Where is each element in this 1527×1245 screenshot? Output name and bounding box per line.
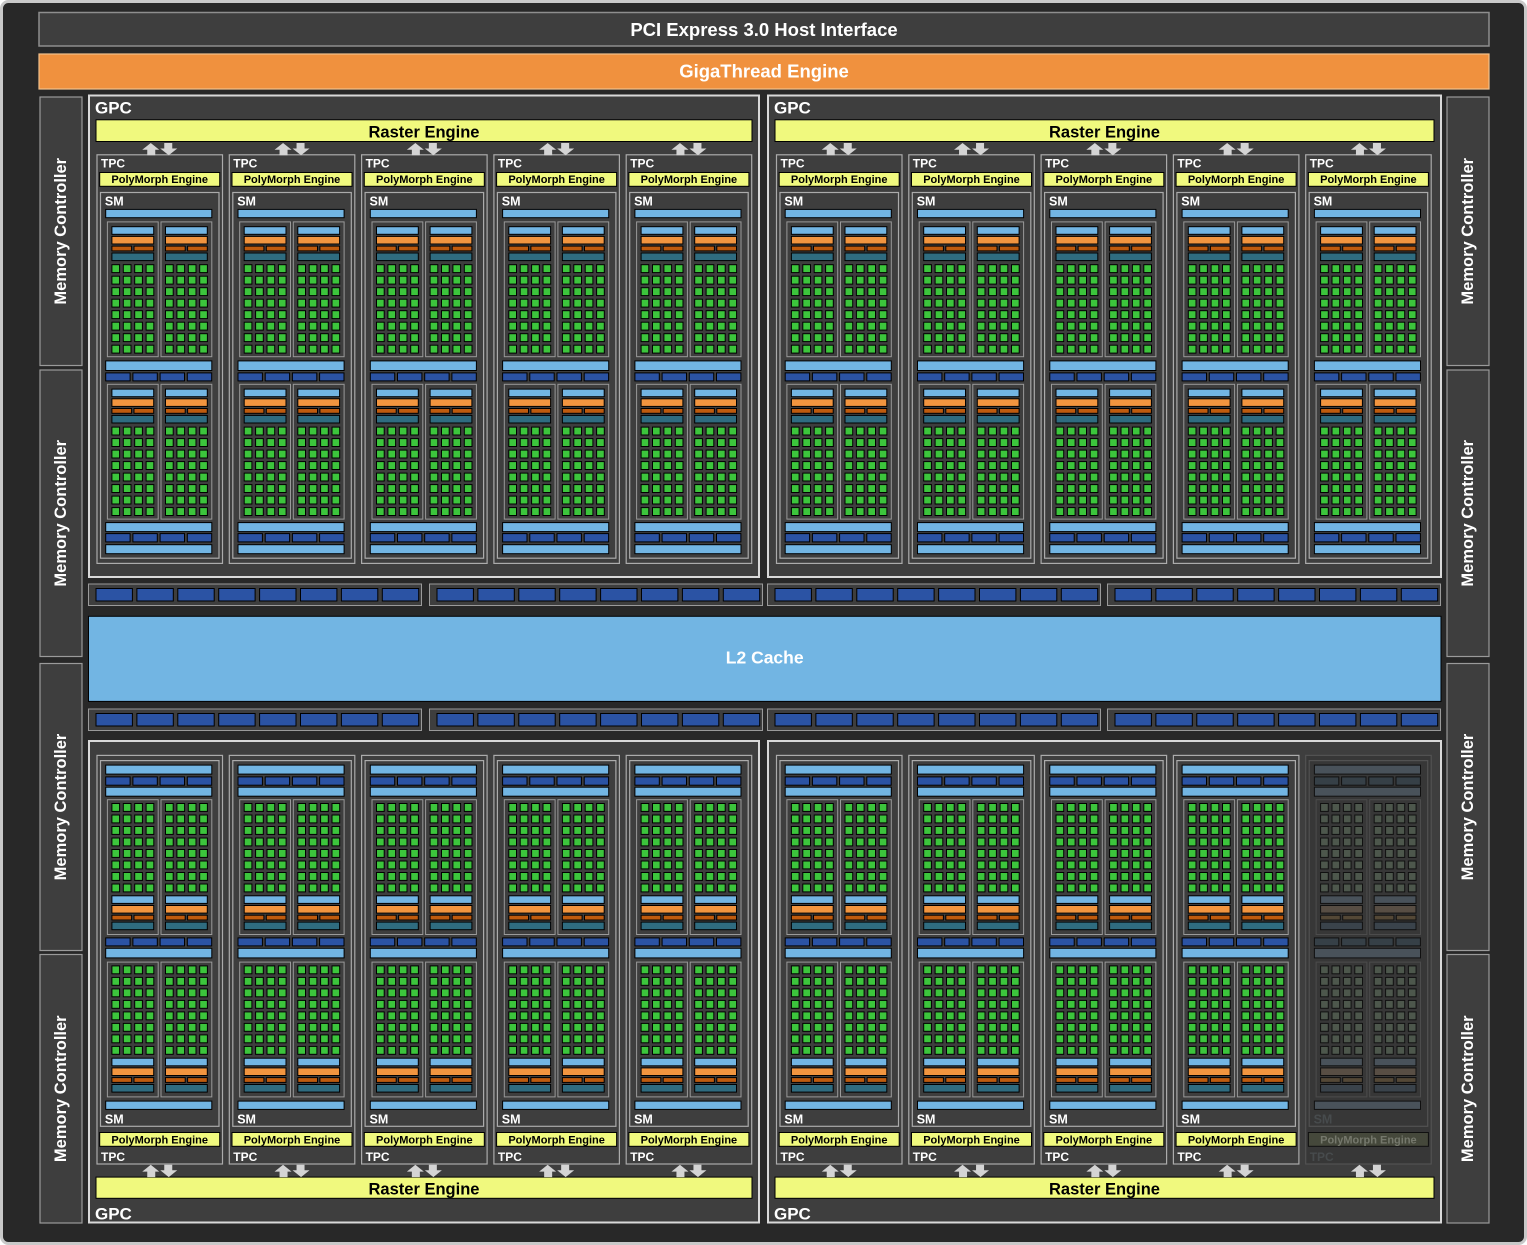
svg-text:PolyMorph Engine: PolyMorph Engine (641, 174, 738, 186)
svg-text:TPC: TPC (630, 1150, 654, 1164)
svg-text:PolyMorph Engine: PolyMorph Engine (376, 1134, 473, 1146)
svg-text:SM: SM (634, 1113, 653, 1127)
svg-text:SM: SM (634, 194, 653, 208)
svg-text:PolyMorph Engine: PolyMorph Engine (1056, 1134, 1153, 1146)
svg-text:PolyMorph Engine: PolyMorph Engine (111, 1134, 208, 1146)
svg-text:TPC: TPC (1045, 1150, 1069, 1164)
svg-text:TPC: TPC (781, 157, 805, 171)
svg-text:PolyMorph Engine: PolyMorph Engine (244, 1134, 341, 1146)
svg-text:TPC: TPC (1045, 157, 1069, 171)
svg-text:SM: SM (370, 1113, 389, 1127)
svg-text:Raster Engine: Raster Engine (1049, 1181, 1160, 1199)
svg-text:Memory Controller: Memory Controller (52, 157, 70, 304)
svg-text:TPC: TPC (913, 157, 937, 171)
svg-text:SM: SM (370, 194, 389, 208)
svg-text:PolyMorph Engine: PolyMorph Engine (1188, 1134, 1285, 1146)
svg-text:TPC: TPC (630, 157, 654, 171)
svg-text:TPC: TPC (366, 1150, 390, 1164)
svg-text:Memory Controller: Memory Controller (52, 1015, 70, 1162)
svg-text:PolyMorph Engine: PolyMorph Engine (791, 174, 888, 186)
svg-text:TPC: TPC (781, 1150, 805, 1164)
svg-text:PolyMorph Engine: PolyMorph Engine (641, 1134, 738, 1146)
svg-text:SM: SM (1049, 1113, 1068, 1127)
svg-text:PCI Express 3.0 Host Interface: PCI Express 3.0 Host Interface (630, 19, 897, 40)
svg-text:TPC: TPC (101, 1150, 125, 1164)
svg-text:Memory Controller: Memory Controller (1459, 1015, 1477, 1162)
svg-text:TPC: TPC (1310, 1150, 1334, 1164)
svg-text:Memory Controller: Memory Controller (52, 439, 70, 586)
svg-text:PolyMorph Engine: PolyMorph Engine (1188, 174, 1285, 186)
svg-text:SM: SM (1181, 194, 1200, 208)
svg-text:SM: SM (1049, 194, 1068, 208)
svg-text:TPC: TPC (1177, 157, 1201, 171)
svg-text:Memory Controller: Memory Controller (52, 733, 70, 880)
svg-text:TPC: TPC (366, 157, 390, 171)
svg-text:PolyMorph Engine: PolyMorph Engine (1320, 174, 1417, 186)
svg-text:SM: SM (1181, 1113, 1200, 1127)
svg-text:SM: SM (917, 1113, 936, 1127)
svg-text:TPC: TPC (101, 157, 125, 171)
svg-text:PolyMorph Engine: PolyMorph Engine (508, 174, 605, 186)
svg-text:PolyMorph Engine: PolyMorph Engine (923, 1134, 1020, 1146)
svg-text:TPC: TPC (1310, 157, 1334, 171)
svg-text:SM: SM (105, 194, 124, 208)
svg-text:Memory Controller: Memory Controller (1459, 157, 1477, 304)
svg-text:GPC: GPC (774, 99, 811, 118)
svg-text:PolyMorph Engine: PolyMorph Engine (1320, 1134, 1417, 1146)
svg-text:SM: SM (502, 1113, 521, 1127)
svg-text:Raster Engine: Raster Engine (369, 123, 480, 141)
svg-text:SM: SM (1314, 1113, 1333, 1127)
svg-text:PolyMorph Engine: PolyMorph Engine (1056, 174, 1153, 186)
svg-text:PolyMorph Engine: PolyMorph Engine (791, 1134, 888, 1146)
svg-text:TPC: TPC (233, 157, 257, 171)
svg-text:Raster Engine: Raster Engine (1049, 123, 1160, 141)
svg-text:TPC: TPC (233, 1150, 257, 1164)
svg-text:TPC: TPC (498, 157, 522, 171)
svg-text:PolyMorph Engine: PolyMorph Engine (923, 174, 1020, 186)
svg-text:SM: SM (237, 1113, 256, 1127)
svg-text:TPC: TPC (1177, 1150, 1201, 1164)
svg-text:PolyMorph Engine: PolyMorph Engine (508, 1134, 605, 1146)
svg-text:TPC: TPC (498, 1150, 522, 1164)
svg-text:SM: SM (237, 194, 256, 208)
svg-text:Memory Controller: Memory Controller (1459, 733, 1477, 880)
svg-text:TPC: TPC (913, 1150, 937, 1164)
svg-text:SM: SM (502, 194, 521, 208)
svg-text:PolyMorph Engine: PolyMorph Engine (376, 174, 473, 186)
svg-text:GPC: GPC (95, 1205, 132, 1224)
svg-text:SM: SM (105, 1113, 124, 1127)
svg-text:PolyMorph Engine: PolyMorph Engine (111, 174, 208, 186)
svg-text:GigaThread Engine: GigaThread Engine (679, 61, 849, 82)
svg-text:GPC: GPC (95, 99, 132, 118)
svg-text:L2 Cache: L2 Cache (726, 648, 804, 668)
svg-text:SM: SM (784, 194, 803, 208)
svg-text:SM: SM (917, 194, 936, 208)
svg-text:Raster Engine: Raster Engine (369, 1181, 480, 1199)
svg-text:GPC: GPC (774, 1205, 811, 1224)
svg-text:SM: SM (784, 1113, 803, 1127)
svg-text:SM: SM (1314, 194, 1333, 208)
svg-text:PolyMorph Engine: PolyMorph Engine (244, 174, 341, 186)
svg-text:Memory Controller: Memory Controller (1459, 439, 1477, 586)
